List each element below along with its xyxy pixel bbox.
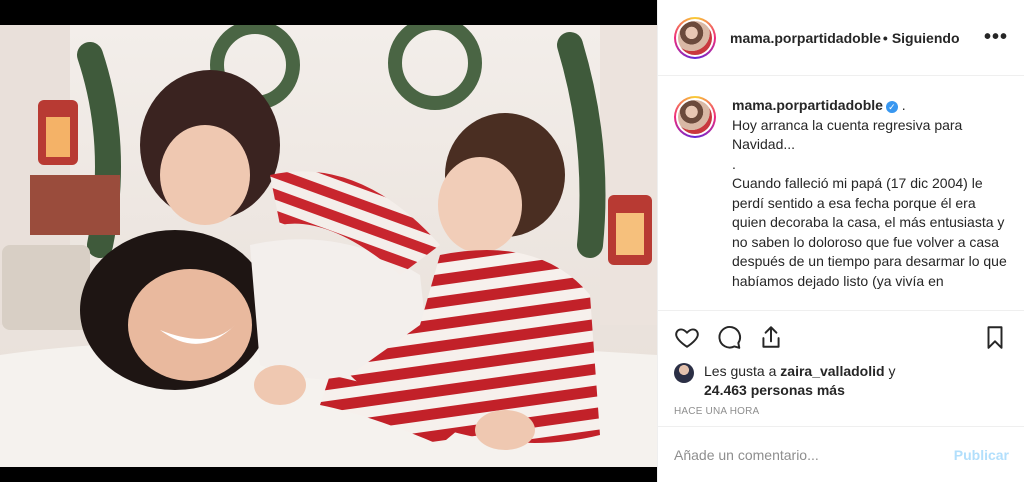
verified-badge-icon: ✓ xyxy=(885,101,898,113)
header-separator: • xyxy=(882,29,888,46)
caption-text: . Hoy arranca la cuenta regresiva para N… xyxy=(732,97,1007,289)
heart-icon[interactable] xyxy=(674,324,700,350)
comment-form: Publicar xyxy=(658,426,1024,482)
post-photo-image xyxy=(0,25,657,467)
post-header: mama.porpartidadoble • Siguiendo ••• xyxy=(658,0,1024,76)
bookmark-icon[interactable] xyxy=(982,324,1008,350)
likes-text: Les gusta a zaira_valladolid y 24.463 pe… xyxy=(704,362,895,400)
post-timestamp[interactable]: HACE UNA HORA xyxy=(658,400,1024,417)
more-options-icon[interactable]: ••• xyxy=(984,26,1008,49)
comment-bubble-icon[interactable] xyxy=(716,324,742,350)
modal-backdrop-top xyxy=(0,0,657,25)
likes-others-link[interactable]: 24.463 personas más xyxy=(704,382,845,398)
likes-prefix: Les gusta a xyxy=(704,363,781,379)
instagram-post-modal: mama.porpartidadoble • Siguiendo ••• mam… xyxy=(0,0,1024,482)
liker-avatar[interactable] xyxy=(674,363,694,383)
author-avatar[interactable] xyxy=(674,16,716,59)
likes-connector: y xyxy=(884,363,896,379)
follow-status-button[interactable]: Siguiendo xyxy=(892,30,960,46)
share-icon[interactable] xyxy=(758,324,784,350)
post-side-panel: mama.porpartidadoble • Siguiendo ••• mam… xyxy=(657,0,1024,482)
post-caption: mama.porpartidadoble ✓ . Hoy arranca la c… xyxy=(658,76,1024,310)
publish-button[interactable]: Publicar xyxy=(954,447,1009,463)
liker-username[interactable]: zaira_valladolid xyxy=(780,363,884,379)
modal-backdrop-bottom xyxy=(0,467,657,482)
post-actions-bar xyxy=(658,310,1024,362)
author-username[interactable]: mama.porpartidadoble xyxy=(730,30,881,46)
caption-author-avatar[interactable] xyxy=(674,96,716,138)
comment-input[interactable] xyxy=(674,446,954,463)
likes-summary: Les gusta a zaira_valladolid y 24.463 pe… xyxy=(658,362,1024,400)
post-photo[interactable] xyxy=(0,25,657,467)
caption-username[interactable]: mama.porpartidadoble xyxy=(732,97,883,113)
caption-body: mama.porpartidadoble ✓ . Hoy arranca la c… xyxy=(732,96,1008,310)
